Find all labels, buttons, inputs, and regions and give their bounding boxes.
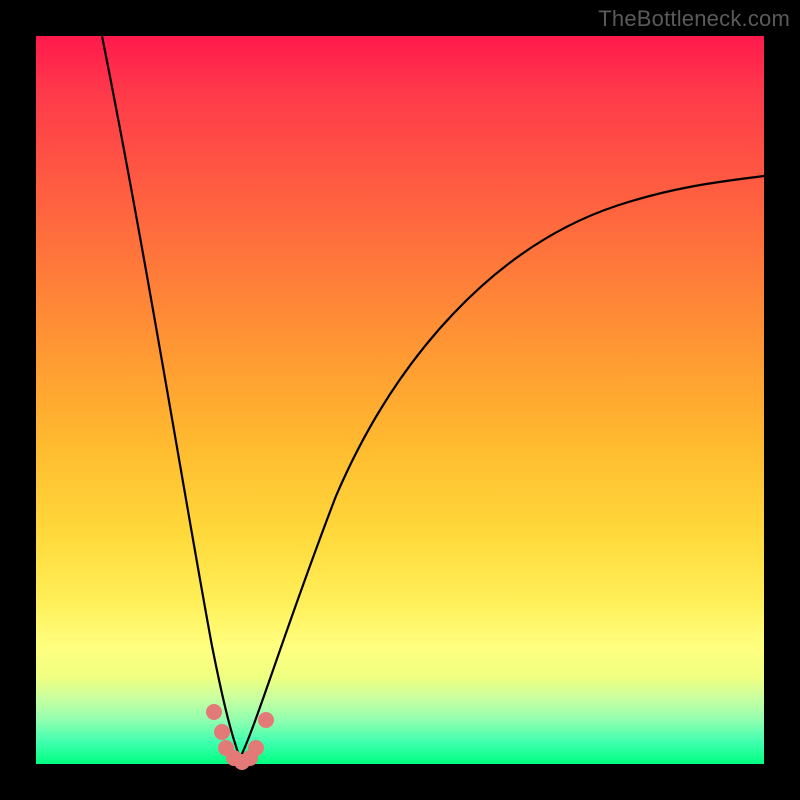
- highlight-dot-1: [214, 724, 230, 740]
- highlight-dot-0: [206, 704, 222, 720]
- curve-left-branch: [102, 36, 240, 758]
- highlight-dot-7: [258, 712, 274, 728]
- highlight-dot-6: [248, 740, 264, 756]
- bottleneck-curve: [36, 36, 764, 764]
- curve-right-branch: [240, 176, 764, 758]
- chart-frame: TheBottleneck.com: [0, 0, 800, 800]
- plot-area: [36, 36, 764, 764]
- watermark-text: TheBottleneck.com: [598, 6, 790, 32]
